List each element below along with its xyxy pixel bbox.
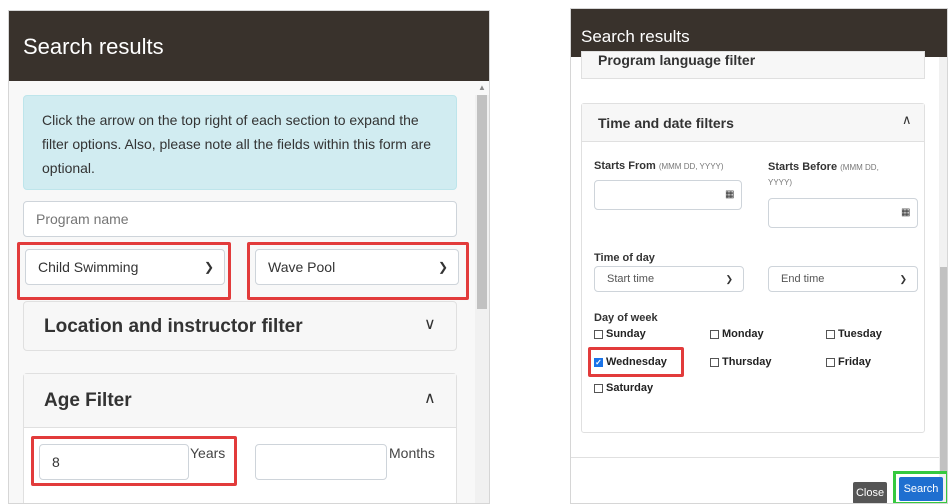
checkbox-box[interactable] xyxy=(826,357,835,367)
starts-from-label: Starts From (MMM DD, YYYY) xyxy=(594,160,724,172)
panel-title: Search results xyxy=(581,27,690,46)
calendar-icon[interactable]: ▦ xyxy=(901,207,910,218)
scrollbar-thumb[interactable] xyxy=(477,95,487,309)
checkbox-box[interactable] xyxy=(594,383,603,393)
start-time-select[interactable]: Start time ❯ xyxy=(594,266,744,292)
category-select-value: Child Swimming xyxy=(38,259,139,275)
location-filter-section[interactable]: Location and instructor filter ∨ xyxy=(23,301,457,351)
checkbox-box[interactable] xyxy=(710,357,719,367)
chevron-up-icon[interactable]: ∧ xyxy=(424,388,436,408)
left-search-panel: Search results ▲ Click the arrow on the … xyxy=(8,10,490,504)
starts-from-input[interactable]: ▦ xyxy=(594,180,742,210)
sunday-checkbox[interactable]: Sunday xyxy=(594,328,646,340)
chevron-down-icon[interactable]: ∨ xyxy=(424,314,436,334)
calendar-icon[interactable]: ▦ xyxy=(725,189,734,200)
time-section-title: Time and date filters xyxy=(598,115,734,131)
footer-divider xyxy=(571,457,939,458)
scroll-up-arrow-icon[interactable]: ▲ xyxy=(475,81,489,95)
monday-checkbox[interactable]: Monday xyxy=(710,328,764,340)
close-button[interactable]: Close xyxy=(853,482,887,503)
facility-select[interactable]: Wave Pool ❯ xyxy=(255,249,459,285)
friday-checkbox[interactable]: Friday xyxy=(826,356,871,368)
chevron-down-icon: ❯ xyxy=(203,260,214,274)
panel-header: Search results xyxy=(9,11,489,81)
checkmark-icon[interactable]: ✓ xyxy=(594,357,603,367)
months-label: Months xyxy=(389,445,435,461)
panel-title: Search results xyxy=(23,34,164,59)
age-months-input[interactable] xyxy=(255,444,387,480)
time-date-header[interactable]: Time and date filters ∧ xyxy=(582,104,924,142)
chevron-down-icon: ❯ xyxy=(899,274,907,284)
chevron-down-icon: ❯ xyxy=(725,274,733,284)
age-years-input[interactable] xyxy=(39,444,189,480)
starts-from-format: (MMM DD, YYYY) xyxy=(658,162,724,171)
language-filter-section[interactable]: Program language filter xyxy=(581,51,925,79)
checkbox-box[interactable] xyxy=(710,329,719,339)
time-of-day-label: Time of day xyxy=(594,252,655,264)
wednesday-checkbox[interactable]: ✓ Wednesday xyxy=(594,356,667,368)
scrollbar-thumb[interactable] xyxy=(940,267,947,473)
end-time-select[interactable]: End time ❯ xyxy=(768,266,918,292)
years-label: Years xyxy=(190,445,226,461)
right-search-panel: Search results Program language filter T… xyxy=(570,8,948,504)
program-name-input[interactable] xyxy=(23,201,457,237)
chevron-up-icon[interactable]: ∧ xyxy=(902,112,912,128)
search-button[interactable]: Search xyxy=(899,477,943,501)
starts-before-label: Starts Before (MMM DD, YYYY) xyxy=(768,161,879,187)
time-date-filter-section: Time and date filters ∧ Starts From (MMM… xyxy=(581,103,925,433)
age-section-title: Age Filter xyxy=(44,390,132,411)
checkbox-box[interactable] xyxy=(826,329,835,339)
chevron-down-icon: ❯ xyxy=(437,260,448,274)
thursday-checkbox[interactable]: Thursday xyxy=(710,356,772,368)
category-select[interactable]: Child Swimming ❯ xyxy=(25,249,225,285)
starts-before-input[interactable]: ▦ xyxy=(768,198,918,228)
info-text: Click the arrow on the top right of each… xyxy=(42,112,432,176)
facility-select-value: Wave Pool xyxy=(268,259,336,275)
end-time-value: End time xyxy=(781,273,825,285)
panel-header: Search results xyxy=(571,9,947,57)
info-alert: Click the arrow on the top right of each… xyxy=(23,95,457,190)
location-section-title: Location and instructor filter xyxy=(44,316,303,337)
language-section-title: Program language filter xyxy=(598,52,756,68)
tuesday-checkbox[interactable]: Tuesday xyxy=(826,328,882,340)
age-filter-header[interactable]: Age Filter ∧ xyxy=(24,374,456,428)
panel-body: Program language filter Time and date fi… xyxy=(571,51,947,503)
start-time-value: Start time xyxy=(607,273,655,285)
day-of-week-label: Day of week xyxy=(594,312,658,324)
panel-body: ▲ Click the arrow on the top right of ea… xyxy=(9,81,489,503)
checkbox-box[interactable] xyxy=(594,329,603,339)
saturday-checkbox[interactable]: Saturday xyxy=(594,382,653,394)
